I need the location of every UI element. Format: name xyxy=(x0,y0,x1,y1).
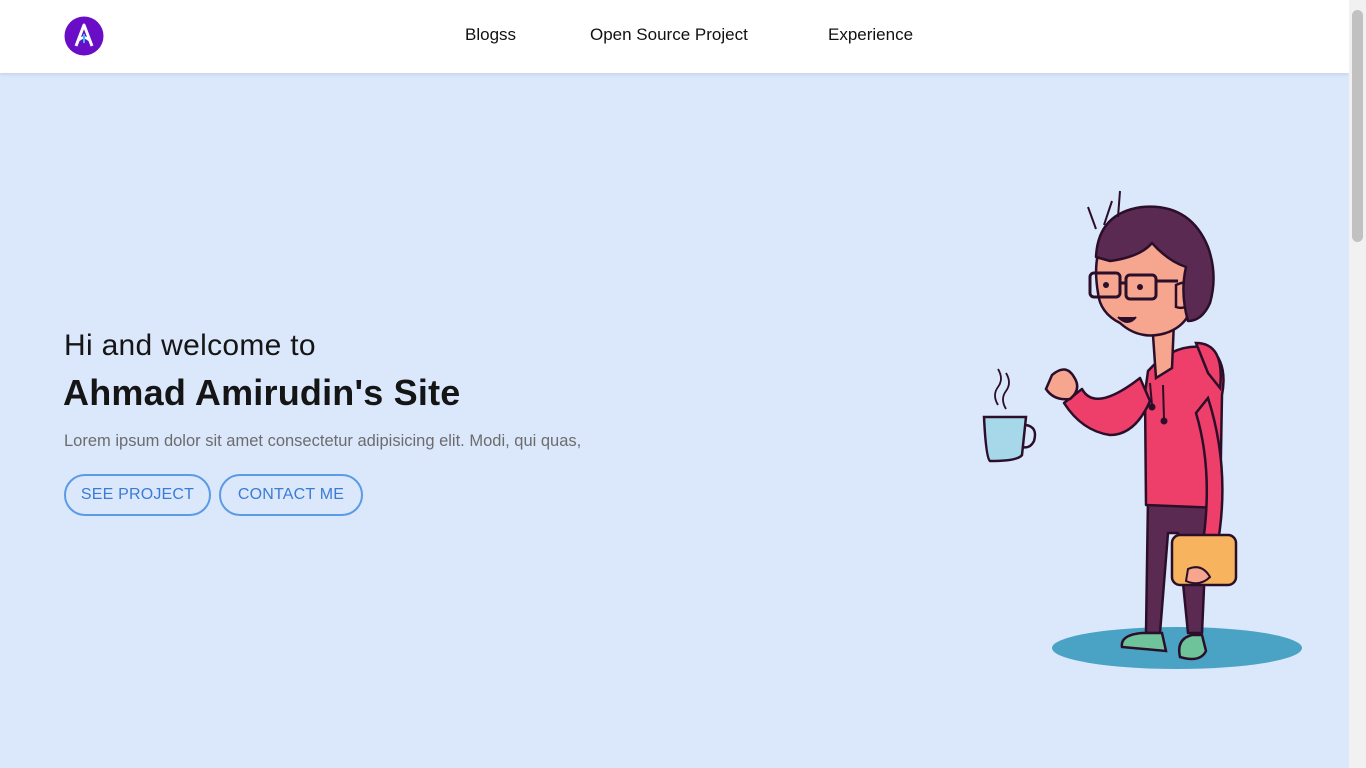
hero-description: Lorem ipsum dolor sit amet consectetur a… xyxy=(64,432,582,450)
hero-section: Hi and welcome to Ahmad Amirudin's Site … xyxy=(0,73,1349,768)
page-scrollbar[interactable] xyxy=(1349,0,1366,768)
contact-me-button[interactable]: CONTACT ME xyxy=(219,474,363,516)
hero-greeting: Hi and welcome to xyxy=(64,329,316,362)
navbar: Blogss Open Source Project Experience xyxy=(0,0,1349,73)
main-nav: Blogss Open Source Project Experience xyxy=(0,0,1349,73)
hero-title: Ahmad Amirudin's Site xyxy=(63,372,461,413)
nav-link-open-source-project[interactable]: Open Source Project xyxy=(590,25,748,45)
nav-link-experience[interactable]: Experience xyxy=(828,25,913,45)
nav-link-blogs[interactable]: Blogss xyxy=(465,25,516,45)
see-project-button[interactable]: SEE PROJECT xyxy=(64,474,211,516)
developer-with-coffee-illustration xyxy=(982,190,1302,669)
scrollbar-thumb[interactable] xyxy=(1352,10,1363,242)
